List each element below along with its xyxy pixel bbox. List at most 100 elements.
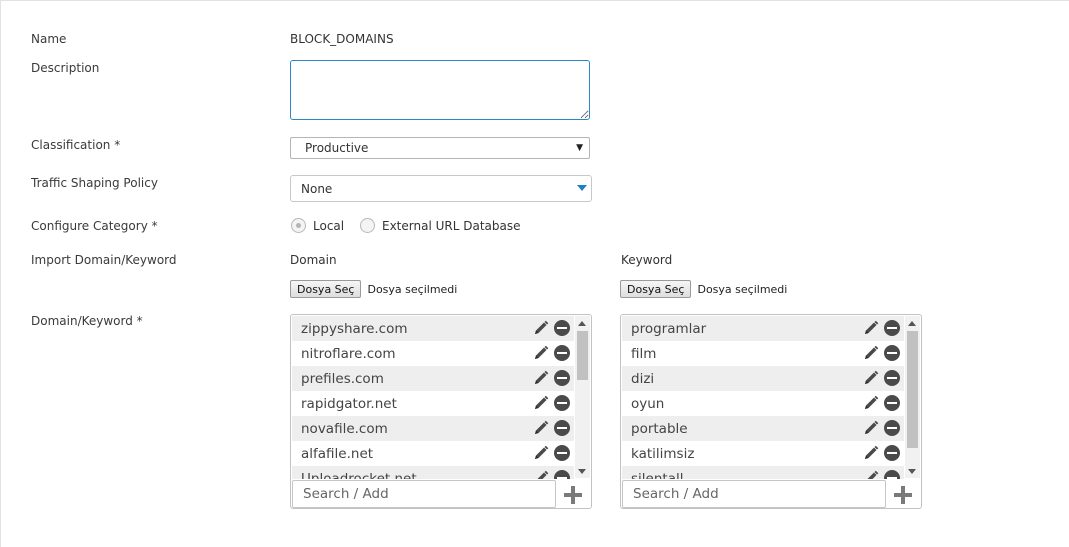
chevron-down-icon — [577, 185, 587, 191]
pencil-icon[interactable] — [533, 320, 549, 336]
domain-choose-file-button[interactable]: Dosya Seç — [290, 280, 362, 298]
row-actions — [863, 370, 900, 386]
row-actions — [863, 320, 900, 336]
remove-circle-icon[interactable] — [554, 370, 570, 386]
pencil-icon[interactable] — [533, 345, 549, 361]
scroll-down-icon[interactable] — [908, 469, 916, 474]
keyword-no-file-text: Dosya seçilmedi — [697, 282, 788, 296]
row-actions — [533, 470, 570, 479]
remove-circle-icon[interactable] — [884, 395, 900, 411]
traffic-shaping-selected-value: None — [301, 181, 333, 196]
keyword-scrollbar[interactable] — [905, 316, 920, 478]
add-keyword-plus-icon[interactable] — [893, 485, 913, 505]
domain-scroll-thumb[interactable] — [577, 331, 588, 380]
remove-circle-icon[interactable] — [884, 345, 900, 361]
remove-circle-icon[interactable] — [884, 470, 900, 479]
keyword-list-rows: programlar film dizi oyun portable katilimsiz… — [622, 316, 904, 479]
pencil-icon[interactable] — [863, 395, 879, 411]
domain-no-file-text: Dosya seçilmedi — [367, 282, 458, 296]
domain-keyword-label: Domain/Keyword * — [31, 314, 143, 328]
domain-text: novafile.com — [301, 420, 388, 437]
domain-text: prefiles.com — [301, 370, 384, 387]
configure-category-label: Configure Category * — [31, 219, 158, 233]
pencil-icon[interactable] — [533, 370, 549, 386]
description-label: Description — [31, 61, 100, 75]
add-domain-plus-icon[interactable] — [563, 485, 583, 505]
domain-row: alfafile.net — [292, 441, 574, 466]
domain-text: Uploadrocket.net — [301, 470, 417, 480]
keyword-choose-file-button[interactable]: Dosya Seç — [620, 280, 692, 298]
remove-circle-icon[interactable] — [554, 395, 570, 411]
row-actions — [533, 370, 570, 386]
remove-circle-icon[interactable] — [554, 470, 570, 479]
domain-row: Uploadrocket.net — [292, 466, 574, 479]
domain-text: rapidgator.net — [301, 395, 397, 412]
scroll-up-icon[interactable] — [578, 321, 586, 326]
domain-row: rapidgator.net — [292, 391, 574, 416]
scroll-up-icon[interactable] — [908, 321, 916, 326]
domain-search-input[interactable] — [292, 480, 556, 508]
category-radio-local[interactable]: Local — [291, 218, 344, 233]
classification-select[interactable]: Productive ▼ — [290, 137, 590, 159]
row-actions — [533, 345, 570, 361]
remove-circle-icon[interactable] — [554, 320, 570, 336]
domain-heading: Domain — [290, 253, 337, 267]
keyword-text: dizi — [631, 370, 655, 387]
keyword-row: portable — [622, 416, 904, 441]
row-actions — [863, 345, 900, 361]
import-label: Import Domain/Keyword — [31, 253, 177, 267]
remove-circle-icon[interactable] — [554, 345, 570, 361]
keyword-text: film — [631, 345, 657, 362]
keyword-file-picker: Dosya Seç Dosya seçilmedi — [620, 280, 787, 298]
pencil-icon[interactable] — [533, 395, 549, 411]
pencil-icon[interactable] — [533, 445, 549, 461]
form-panel: Name BLOCK_DOMAINS Description Classific… — [0, 0, 1069, 547]
row-actions — [533, 445, 570, 461]
pencil-icon[interactable] — [863, 345, 879, 361]
remove-circle-icon[interactable] — [884, 445, 900, 461]
keyword-row: programlar — [622, 316, 904, 341]
category-radio-external-label: External URL Database — [382, 218, 521, 233]
row-actions — [863, 445, 900, 461]
pencil-icon[interactable] — [863, 470, 879, 479]
keyword-row: silentall — [622, 466, 904, 479]
row-actions — [863, 395, 900, 411]
pencil-icon[interactable] — [863, 420, 879, 436]
keyword-search-input[interactable] — [622, 480, 886, 508]
remove-circle-icon[interactable] — [884, 320, 900, 336]
keyword-row: dizi — [622, 366, 904, 391]
traffic-shaping-select[interactable]: None — [290, 175, 592, 202]
keyword-text: katilimsiz — [631, 445, 695, 462]
pencil-icon[interactable] — [863, 445, 879, 461]
pencil-icon[interactable] — [863, 370, 879, 386]
category-radio-external[interactable]: External URL Database — [360, 218, 520, 233]
keyword-row: film — [622, 341, 904, 366]
keyword-row: oyun — [622, 391, 904, 416]
domain-row: prefiles.com — [292, 366, 574, 391]
domain-text: zippyshare.com — [301, 320, 408, 337]
pencil-icon[interactable] — [533, 470, 549, 479]
name-value: BLOCK_DOMAINS — [290, 32, 394, 46]
domain-row: nitroflare.com — [292, 341, 574, 366]
domain-row: novafile.com — [292, 416, 574, 441]
description-input[interactable] — [290, 60, 590, 120]
domain-text: nitroflare.com — [301, 345, 396, 362]
pencil-icon[interactable] — [533, 420, 549, 436]
keyword-text: oyun — [631, 395, 665, 412]
keyword-scroll-thumb[interactable] — [907, 331, 918, 448]
remove-circle-icon[interactable] — [554, 420, 570, 436]
keyword-heading: Keyword — [621, 253, 673, 267]
row-actions — [533, 320, 570, 336]
pencil-icon[interactable] — [863, 320, 879, 336]
remove-circle-icon[interactable] — [554, 445, 570, 461]
scroll-down-icon[interactable] — [578, 469, 586, 474]
remove-circle-icon[interactable] — [884, 370, 900, 386]
keyword-text: portable — [631, 420, 688, 437]
domain-scrollbar[interactable] — [575, 316, 590, 478]
radio-checked-icon — [291, 218, 306, 233]
domain-row: zippyshare.com — [292, 316, 574, 341]
keyword-text: programlar — [631, 320, 707, 337]
remove-circle-icon[interactable] — [884, 420, 900, 436]
radio-unchecked-icon — [360, 218, 375, 233]
classification-selected-value: Productive — [305, 141, 369, 155]
